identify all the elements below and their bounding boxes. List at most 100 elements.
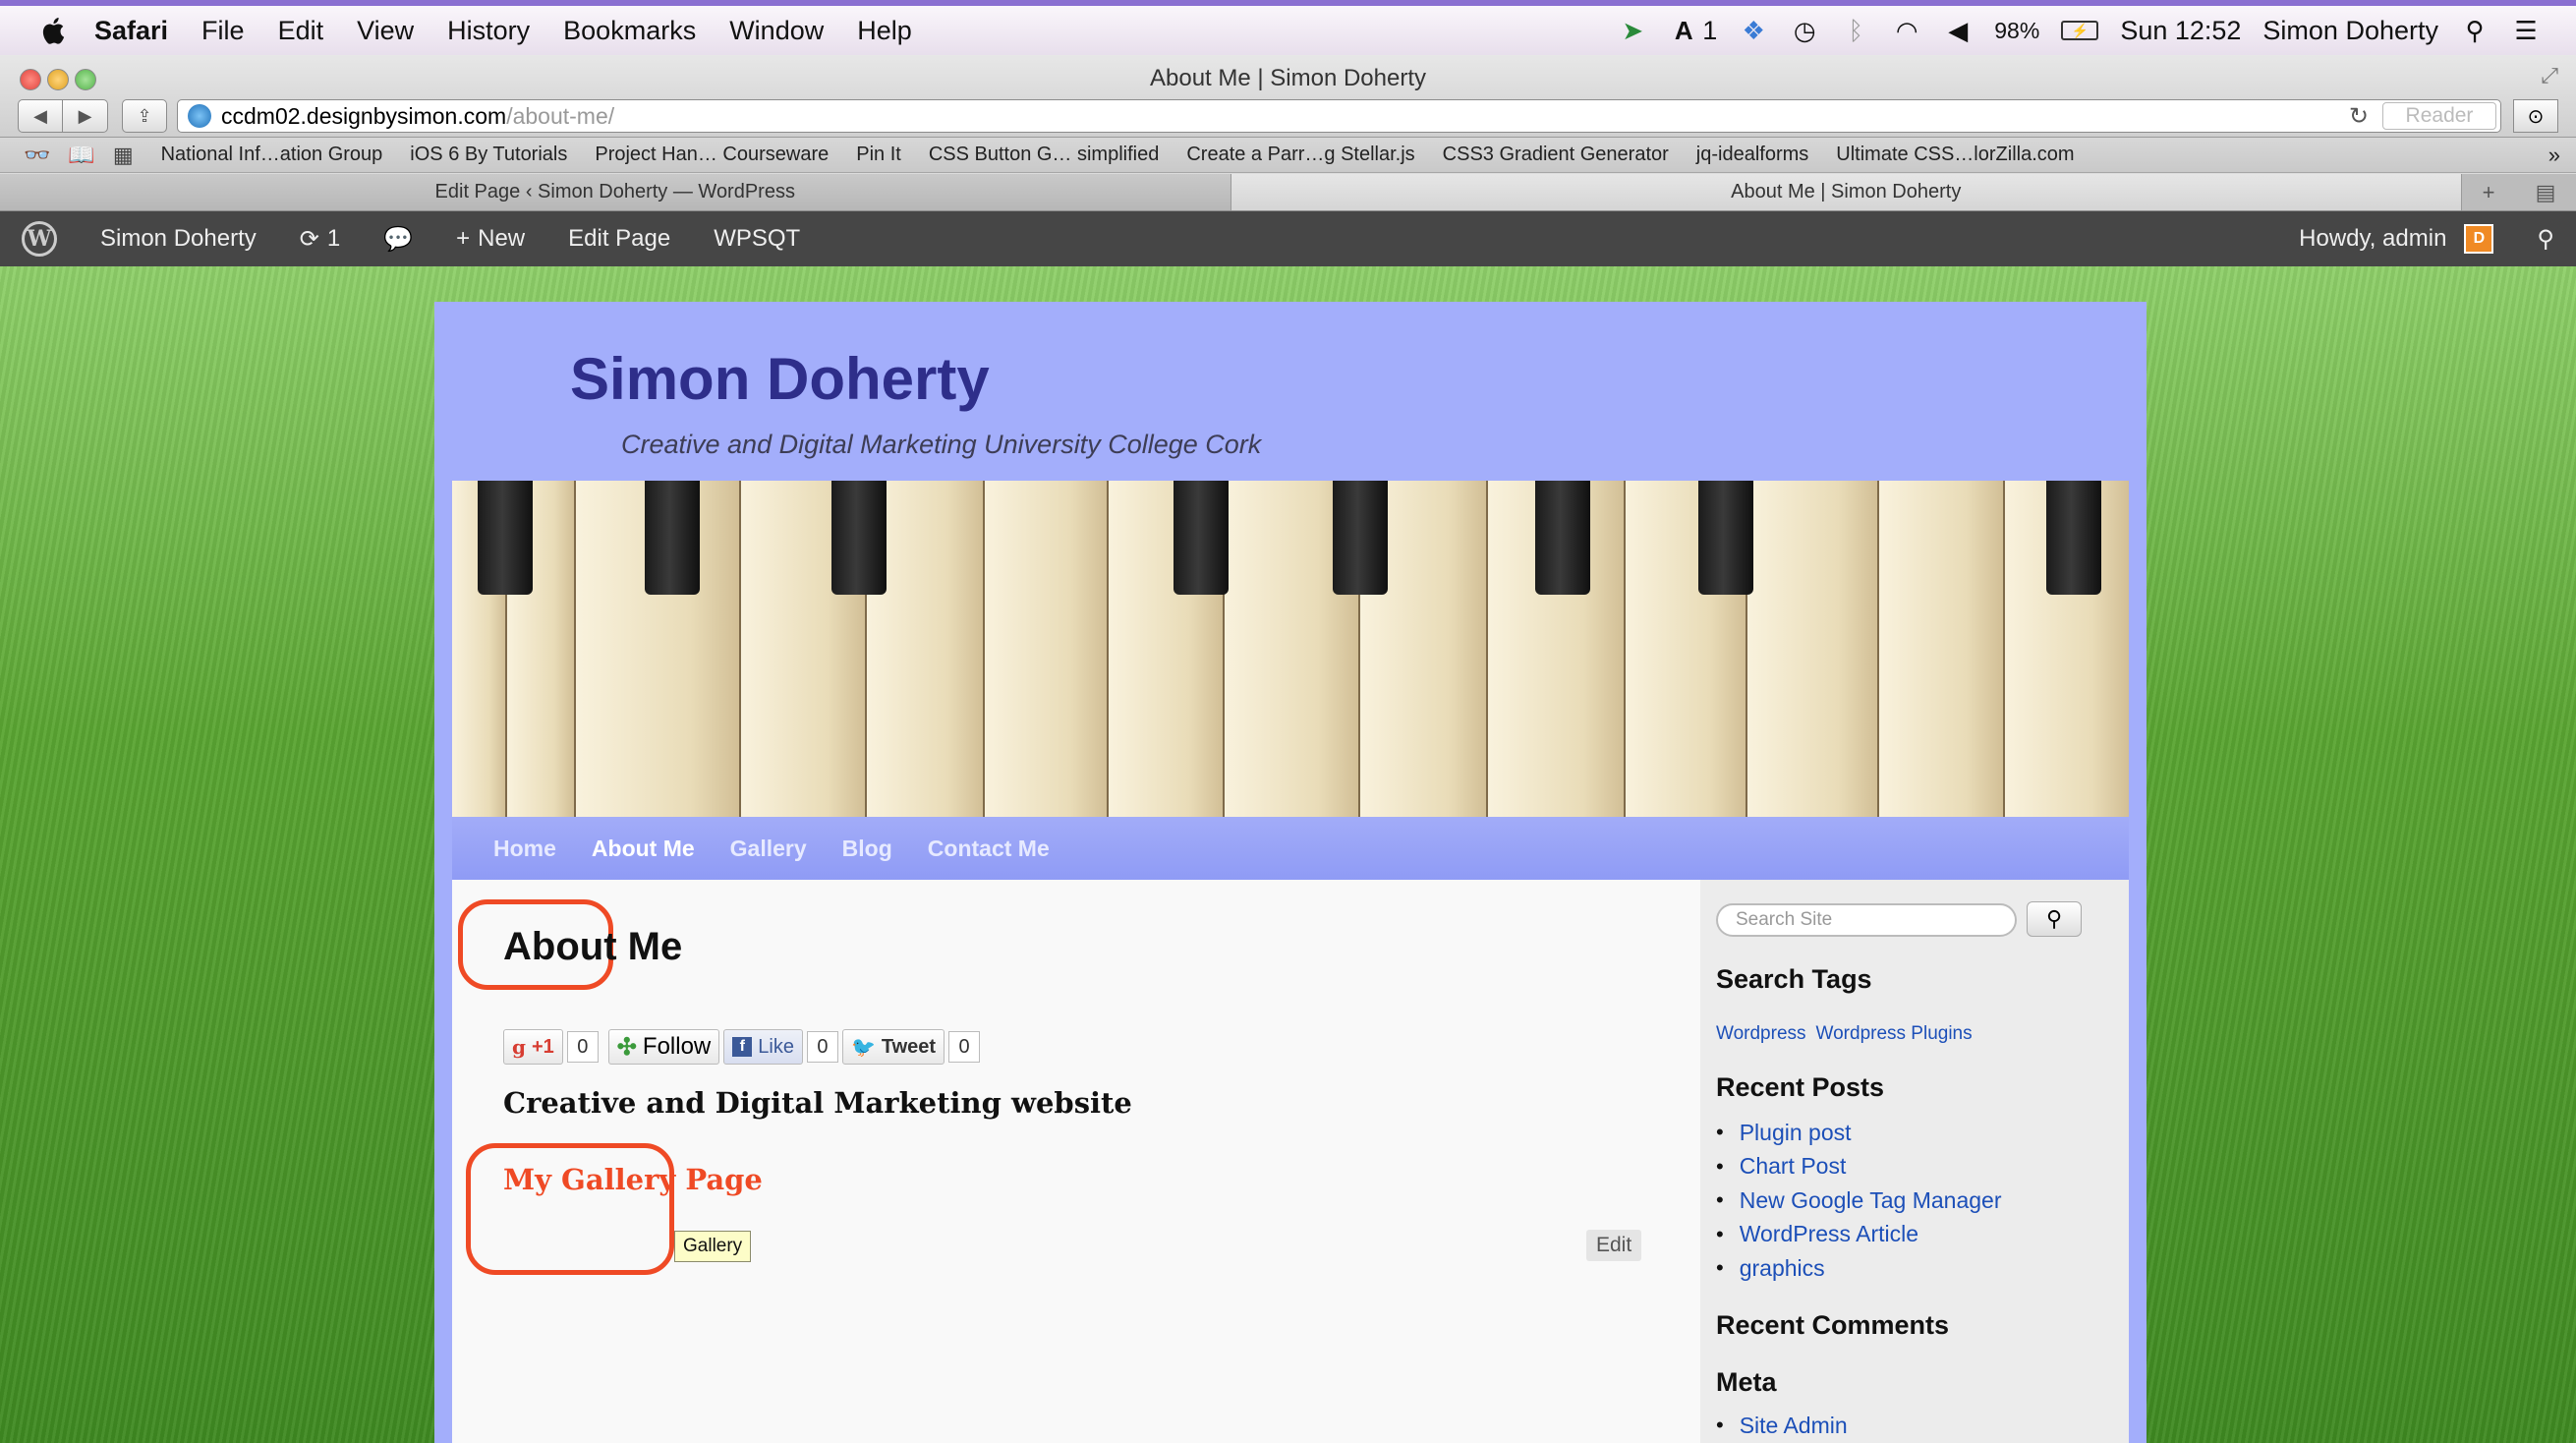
bookmark-item[interactable]: CSS Button G… simplified (929, 144, 1160, 166)
tag-link[interactable]: Wordpress (1716, 1023, 1806, 1045)
facebook-like-button[interactable]: f Like (723, 1029, 803, 1065)
header-image-piano (452, 481, 2129, 817)
time-machine-icon[interactable]: ◷ (1790, 16, 1819, 45)
meta-link-site-admin[interactable]: Site Admin (1716, 1409, 1848, 1443)
nav-contact-me[interactable]: Contact Me (928, 836, 1050, 862)
share-button[interactable]: ⇪ (122, 99, 167, 133)
nav-home[interactable]: Home (493, 836, 556, 862)
widget-title-recent-comments: Recent Comments (1716, 1310, 1950, 1340)
browser-titlebar: About Me | Simon Doherty ⤢ ◀ ▶ ⇪ ccdm02.… (0, 55, 2576, 138)
menu-help[interactable]: Help (857, 16, 912, 46)
notification-center-icon[interactable]: ☰ (2511, 16, 2541, 45)
tab-edit-page[interactable]: Edit Page ‹ Simon Doherty — WordPress (0, 174, 1231, 210)
menu-history[interactable]: History (447, 16, 530, 46)
tweet-count: 0 (948, 1031, 981, 1063)
site-title[interactable]: Simon Doherty (570, 345, 990, 413)
wp-account-menu[interactable]: Howdy, admin D (2277, 211, 2515, 266)
piano-black-key (1535, 481, 1590, 595)
bird-icon[interactable]: ➤ (1618, 16, 1647, 45)
plus-icon: + (456, 225, 471, 252)
nav-blog[interactable]: Blog (842, 836, 892, 862)
address-path: /about-me/ (506, 102, 615, 129)
wp-search[interactable]: ⚲ (2515, 211, 2576, 266)
bookmark-item[interactable]: jq-idealforms (1696, 144, 1808, 166)
edit-link[interactable]: Edit (1586, 1230, 1642, 1261)
wp-site-name[interactable]: Simon Doherty (79, 211, 278, 266)
wp-edit-page[interactable]: Edit Page (546, 211, 692, 266)
widget-title-search-tags: Search Tags (1716, 964, 1872, 994)
forward-button[interactable]: ▶ (63, 99, 108, 133)
adobe-status[interactable]: A 1 (1669, 16, 1717, 46)
piano-white-key (1879, 481, 2005, 817)
volume-icon[interactable]: ◀ (1943, 16, 1973, 45)
piano-black-key (2046, 481, 2101, 595)
apple-icon[interactable] (39, 16, 67, 45)
updates-icon: ⟳ (299, 225, 319, 253)
gallery-page-link[interactable]: My Gallery Page (503, 1163, 763, 1196)
bookmark-item[interactable]: CSS3 Gradient Generator (1443, 144, 1669, 166)
menu-bookmarks[interactable]: Bookmarks (563, 16, 696, 46)
globe-icon (188, 104, 211, 128)
recent-post-link[interactable]: New Google Tag Manager (1716, 1183, 2002, 1218)
bookmark-item[interactable]: National Inf…ation Group (161, 144, 383, 166)
fullscreen-icon[interactable]: ⤢ (2541, 63, 2558, 88)
bookmark-item[interactable]: Create a Parr…g Stellar.js (1186, 144, 1414, 166)
reader-button[interactable]: Reader (2382, 102, 2496, 130)
wp-plugin-wpsqt[interactable]: WPSQT (692, 211, 822, 266)
menu-edit[interactable]: Edit (278, 16, 324, 46)
wp-logo-menu[interactable]: W (0, 211, 79, 266)
bookmark-item[interactable]: Project Han… Courseware (595, 144, 829, 166)
battery-percentage[interactable]: 98% (1994, 18, 2039, 44)
google-plus-button[interactable]: g +1 (503, 1029, 563, 1065)
recent-post-link[interactable]: WordPress Article (1716, 1218, 2002, 1252)
bluetooth-icon[interactable]: ᛒ (1841, 16, 1870, 45)
battery-icon[interactable]: ⚡ (2061, 21, 2099, 40)
wp-updates[interactable]: ⟳ 1 (278, 211, 362, 266)
top-sites-icon[interactable]: ▦ (113, 143, 134, 168)
tab-about-me[interactable]: About Me | Simon Doherty (1231, 174, 2462, 210)
recent-post-link[interactable]: graphics (1716, 1251, 2002, 1286)
menu-status-area: ➤ A 1 ❖ ◷ ᛒ ◠ ◀ 98% ⚡ Sun 12:52 Simon Do… (1618, 16, 2576, 46)
menu-view[interactable]: View (357, 16, 414, 46)
bookmarks-overflow-icon[interactable]: » (2548, 143, 2560, 168)
menu-clock[interactable]: Sun 12:52 (2120, 16, 2241, 46)
bookmarks-book-icon[interactable]: 📖 (68, 143, 94, 168)
tab-overview-icon[interactable]: ▤ (2536, 180, 2556, 205)
reload-icon[interactable]: ↻ (2349, 102, 2369, 131)
search-icon: ⚲ (2045, 906, 2063, 931)
nav-gallery[interactable]: Gallery (730, 836, 807, 862)
search-icon: ⚲ (2537, 225, 2554, 253)
bookmark-item[interactable]: Pin It (856, 144, 901, 166)
address-bar[interactable]: ccdm02.designbysimon.com /about-me/ ↻ Re… (177, 99, 2501, 133)
window-title: About Me | Simon Doherty (1149, 65, 1427, 91)
recent-post-link[interactable]: Plugin post (1716, 1116, 2002, 1150)
wp-comments[interactable]: 💬 (362, 211, 434, 266)
back-button[interactable]: ◀ (18, 99, 63, 133)
tweet-button[interactable]: 🐦 Tweet (841, 1029, 945, 1065)
spotlight-search-icon[interactable]: ⚲ (2460, 16, 2490, 45)
page-viewport: Simon Doherty Creative and Digital Marke… (0, 266, 2576, 1443)
new-tab-icon[interactable]: + (2483, 180, 2495, 205)
gallery-tooltip: Gallery (674, 1231, 752, 1262)
search-input[interactable]: Search Site (1716, 903, 2017, 937)
piano-black-key (831, 481, 887, 595)
menu-file[interactable]: File (201, 16, 245, 46)
downloads-button[interactable]: ⊙ (2513, 99, 2558, 133)
menu-window[interactable]: Window (729, 16, 824, 46)
tweet-label: Tweet (881, 1035, 937, 1058)
dropbox-icon[interactable]: ❖ (1739, 16, 1768, 45)
reading-list-icon[interactable]: 👓 (24, 143, 50, 168)
wifi-icon[interactable]: ◠ (1892, 16, 1921, 45)
nav-about-me[interactable]: About Me (592, 836, 695, 862)
adobe-icon: A (1674, 15, 1693, 45)
follow-button[interactable]: ✣ Follow (607, 1029, 720, 1065)
search-button[interactable]: ⚲ (2027, 901, 2082, 937)
wp-new-content[interactable]: + New (434, 211, 546, 266)
bookmark-item[interactable]: Ultimate CSS…lorZilla.com (1836, 144, 2074, 166)
tag-link[interactable]: Wordpress Plugins (1816, 1023, 1973, 1045)
mac-menu-bar: Safari File Edit View History Bookmarks … (0, 0, 2576, 55)
menu-user[interactable]: Simon Doherty (2262, 16, 2438, 46)
bookmark-item[interactable]: iOS 6 By Tutorials (410, 144, 567, 166)
recent-post-link[interactable]: Chart Post (1716, 1150, 2002, 1184)
menu-app-name[interactable]: Safari (94, 16, 168, 46)
